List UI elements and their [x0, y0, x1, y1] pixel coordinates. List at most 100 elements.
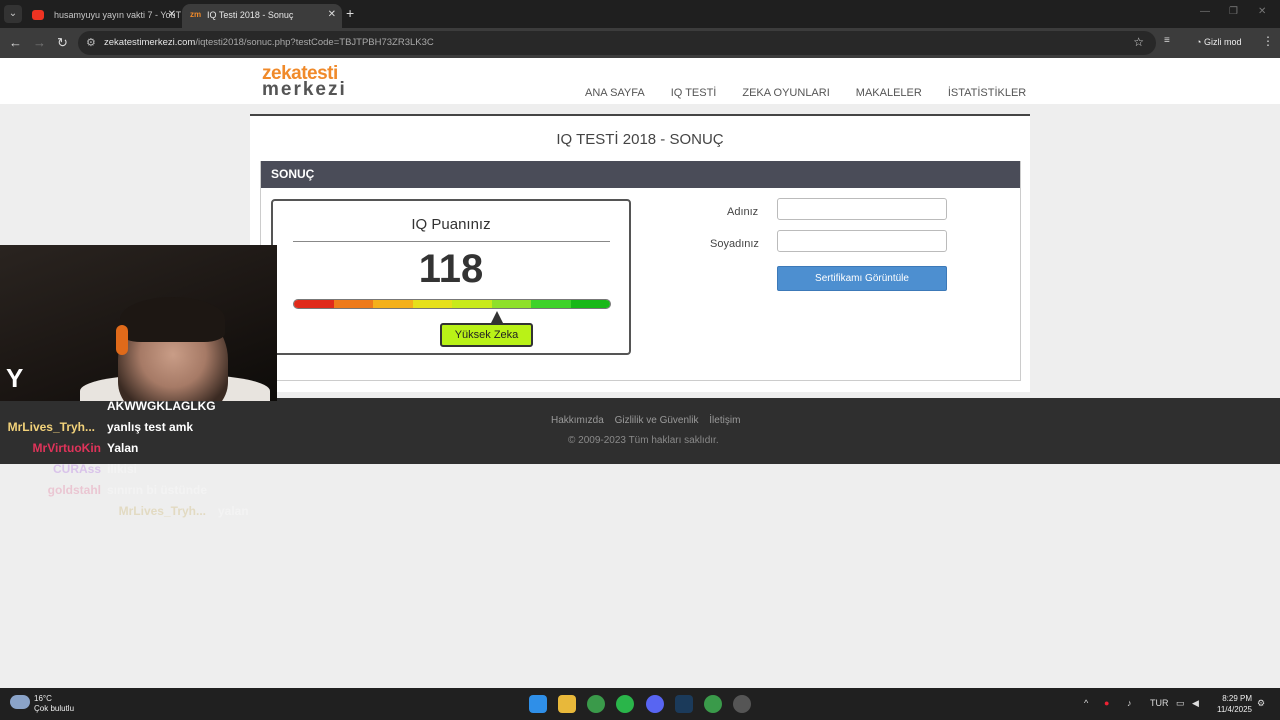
forward-icon[interactable]: → [33, 35, 46, 50]
iq-level-badge: Yüksek Zeka [440, 323, 533, 347]
tray-overflow-icon[interactable]: ^ [1084, 698, 1088, 708]
gauge-segment [412, 300, 452, 308]
volume-icon[interactable]: ◀ [1192, 698, 1199, 709]
system-clock[interactable]: 8:29 PM 11/4/2025 [1210, 693, 1252, 715]
tab-title: husamyuyu yayın vakti 7 - YouT [54, 10, 182, 20]
webcam-overlay: Y [0, 245, 277, 401]
reload-icon[interactable]: ↻ [57, 35, 68, 51]
url-text: zekatestimerkezi.com/iqtesti2018/sonuc.p… [104, 37, 434, 48]
bookmark-star-icon[interactable]: ☆ [1133, 35, 1144, 49]
tab-search-dropdown[interactable]: ⌄ [4, 5, 22, 23]
copyright: © 2009-2023 Tüm hakları saklıdır. [568, 435, 719, 446]
last-name-input[interactable] [777, 230, 947, 252]
chat-message: ilikisi [107, 462, 138, 476]
chat-message: yanlış test amk [107, 420, 194, 434]
gauge-segment [294, 300, 334, 308]
chat-username: MrVirtuoKin [32, 441, 101, 455]
minimize-icon[interactable]: — [1200, 6, 1210, 17]
section-header: SONUÇ [261, 161, 1020, 188]
chat-username: MrLives_Tryh... [118, 504, 206, 518]
microphone-icon[interactable]: ♪ [1127, 698, 1132, 708]
gauge-segment [373, 300, 413, 308]
footer-links: Hakkımızda Gizlilik ve Güvenlik İletişim [551, 415, 748, 426]
footer-link-about[interactable]: Hakkımızda [551, 415, 604, 426]
youtube-favicon-icon [32, 10, 44, 20]
back-icon[interactable]: ← [9, 35, 22, 50]
nav-statistics[interactable]: İSTATİSTİKLER [935, 87, 1039, 99]
tab-youtube[interactable]: husamyuyu yayın vakti 7 - YouT ✕ [24, 4, 182, 28]
result-section: SONUÇ IQ Puanınız 118 Yüksek Zeka Adınız… [260, 161, 1021, 381]
channel-logo-icon: Y [6, 363, 24, 393]
close-tab-icon[interactable]: ✕ [328, 9, 336, 20]
first-name-input[interactable] [777, 198, 947, 220]
iq-score-box: IQ Puanınız 118 Yüksek Zeka [271, 199, 631, 355]
discord-icon[interactable] [646, 695, 664, 713]
obs-icon[interactable] [733, 695, 751, 713]
nav-articles[interactable]: MAKALELER [843, 87, 935, 99]
incognito-label: Gizli mod [1203, 37, 1242, 47]
headset [116, 325, 128, 355]
logo-line2: merkezi [262, 79, 347, 100]
chat-username: goldstahl [47, 483, 101, 497]
start-icon[interactable] [529, 695, 547, 713]
chrome-icon[interactable] [587, 695, 605, 713]
site-info-icon[interactable]: ⚙ [86, 36, 96, 49]
temperature: 16°C [34, 694, 52, 703]
iq-score: 118 [418, 247, 484, 291]
nav-home[interactable]: ANA SAYFA [572, 87, 658, 99]
tab-title: IQ Testi 2018 - Sonuç [207, 10, 294, 20]
language-indicator[interactable]: TUR [1150, 698, 1169, 708]
close-tab-icon[interactable]: ✕ [168, 9, 176, 20]
address-bar[interactable]: ⚙ zekatestimerkezi.com/iqtesti2018/sonuc… [78, 31, 1156, 55]
last-name-label: Soyadınız [710, 238, 759, 250]
first-name-label: Adınız [727, 206, 759, 218]
weather-text: Çok bulutlu [34, 704, 75, 713]
nav-iq-test[interactable]: IQ TESTİ [658, 87, 730, 99]
chat-message: yalan [218, 504, 249, 518]
result-card: IQ TESTİ 2018 - SONUÇ SONUÇ IQ Puanınız … [250, 114, 1030, 392]
gauge-pointer-icon [490, 311, 503, 323]
incognito-indicator[interactable]: ◔ Gizli mod [1188, 33, 1249, 53]
notifications-icon[interactable]: ⚙ [1257, 698, 1265, 709]
file-explorer-icon[interactable] [558, 695, 576, 713]
gauge-segment [491, 300, 531, 308]
tray-app-icon[interactable]: ● [1104, 698, 1109, 708]
reading-list-icon[interactable]: ≡ [1164, 35, 1170, 46]
tab-iq-test[interactable]: zm IQ Testi 2018 - Sonuç ✕ [182, 4, 342, 28]
iq-gauge-bar [293, 299, 611, 309]
main-nav: ANA SAYFA IQ TESTİ ZEKA OYUNLARI MAKALEL… [572, 87, 1039, 99]
cloud-icon [10, 695, 30, 709]
gauge-segment [452, 300, 492, 308]
footer-link-privacy[interactable]: Gizlilik ve Güvenlik [615, 415, 699, 426]
divider [293, 241, 610, 242]
chrome-incognito-icon[interactable] [704, 695, 722, 713]
new-tab-button[interactable]: + [346, 5, 354, 21]
browser-toolbar: ← → ↻ ⚙ zekatestimerkezi.com/iqtesti2018… [0, 28, 1280, 58]
incognito-icon: ◔ [1196, 37, 1202, 47]
clock-date: 11/4/2025 [1217, 705, 1252, 714]
clock-time: 8:29 PM [1222, 694, 1252, 703]
chat-username: CURAss [52, 462, 101, 476]
view-certificate-button[interactable]: Sertifikamı Görüntüle [777, 266, 947, 291]
iq-label: IQ Puanınız [411, 216, 491, 233]
gauge-segment [531, 300, 571, 308]
browser-tab-bar: ⌄ husamyuyu yayın vakti 7 - YouT ✕ zm IQ… [0, 0, 1280, 28]
chat-message: Yalan [107, 441, 139, 455]
chat-message: sınırın bi üstünde [107, 483, 208, 497]
site-logo[interactable]: zekatesti merkezi [262, 64, 347, 100]
gauge-segment [570, 300, 610, 308]
more-menu-icon[interactable]: ⋮ [1262, 34, 1274, 48]
close-window-icon[interactable]: ✕ [1258, 6, 1266, 17]
nav-brain-games[interactable]: ZEKA OYUNLARI [729, 87, 842, 99]
steam-icon[interactable] [675, 695, 693, 713]
whatsapp-icon[interactable] [616, 695, 634, 713]
chat-username: MrLives_Tryh... [7, 420, 95, 434]
chat-message: AKWWGKLAGLKG [107, 399, 216, 413]
streamer-hair [120, 297, 225, 342]
gauge-segment [333, 300, 373, 308]
site-header: zekatesti merkezi ANA SAYFA IQ TESTİ ZEK… [0, 58, 1280, 104]
network-icon[interactable]: ▭ [1176, 698, 1185, 709]
restore-icon[interactable]: ❐ [1229, 6, 1238, 17]
windows-taskbar: 16°C Çok bulutlu ^ ● ♪ TUR ▭ ◀ 8:29 PM 11… [0, 688, 1280, 720]
footer-link-contact[interactable]: İletişim [709, 415, 740, 426]
